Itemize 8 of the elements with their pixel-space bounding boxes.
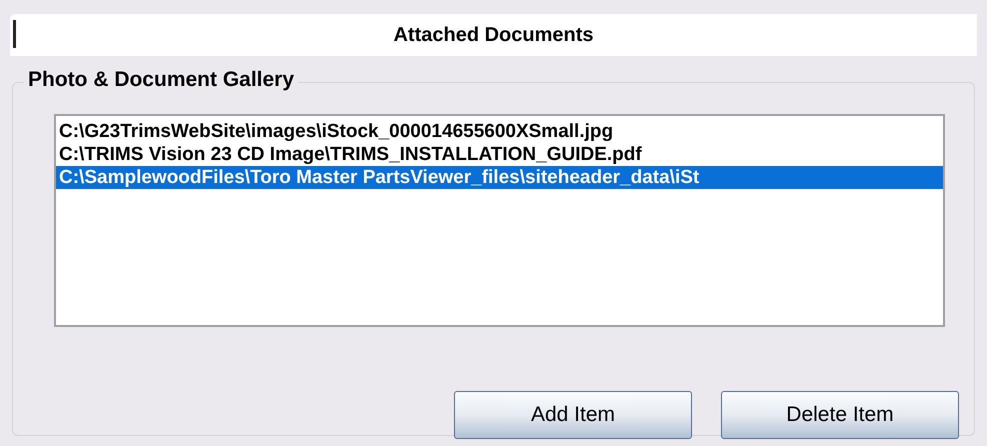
caret-icon — [13, 20, 16, 48]
action-button[interactable]: Add Item — [454, 391, 692, 439]
action-button[interactable]: Delete Item — [721, 391, 959, 439]
file-list-item[interactable]: C:\TRIMS Vision 23 CD Image\TRIMS_INSTALLATION_GUIDE.pdf — [56, 143, 943, 166]
file-list-item[interactable]: C:\SamplewoodFiles\Toro Master PartsViewer_files\siteheader_data\iSt — [56, 166, 943, 189]
file-list[interactable]: C:\G23TrimsWebSite\images\iStock_000014655600XSmall.jpg C:\TRIMS Vision 23 CD Image\TRIMS_INSTALLATION_GUIDE.pdf C:\SamplewoodFiles\Toro Master PartsViewer_files\siteheader_data\iSt — [54, 114, 945, 327]
file-list-item[interactable]: C:\G23TrimsWebSite\images\iStock_000014655600XSmall.jpg — [56, 120, 943, 143]
header-title: Attached Documents — [393, 23, 594, 48]
